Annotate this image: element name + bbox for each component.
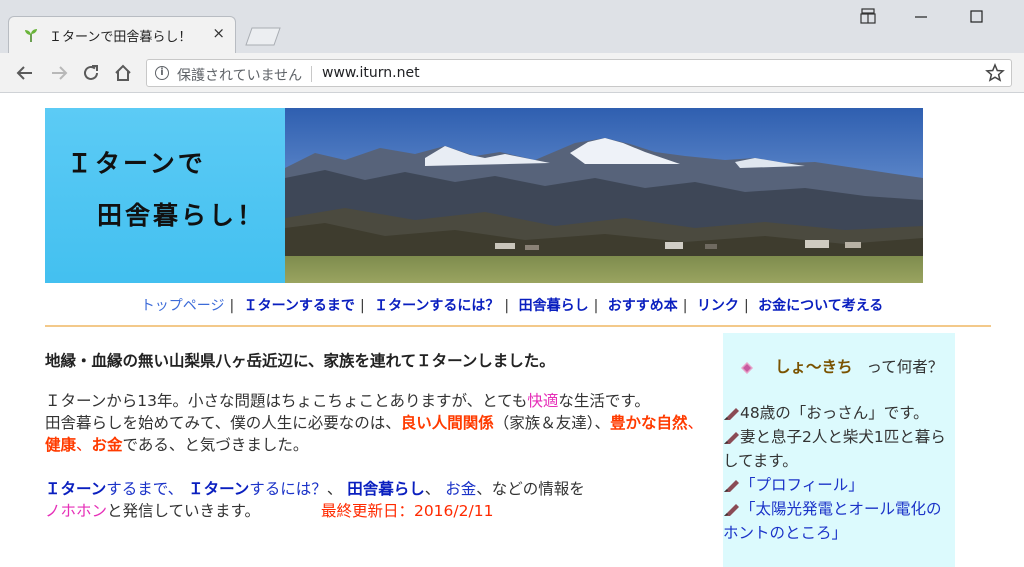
intro-text: Ｉターンから13年。小さな問題はちょこちょことありますが、とても [45,392,528,410]
money-text: お金 [91,436,123,454]
back-arrow-icon[interactable] [12,61,38,85]
star-icon[interactable] [985,62,1005,84]
pen-icon [724,479,739,492]
forward-arrow-icon[interactable] [46,61,72,85]
intro-text: な生活です。 [558,392,650,410]
life-text: である、と気づきました。 [122,436,309,454]
page-headline: 地縁・血縁の無い山梨県八ヶ岳近辺に、家族を連れてＩターンしました。 [45,352,555,370]
country-life-link[interactable]: 田舎暮らし [347,480,425,498]
nav-separator: | [593,298,599,314]
author-name-suffix: って何者？ [866,358,944,376]
site-banner: Ｉターンで 田舎暮らし！ [45,108,923,283]
list-item: 48歳の「おっさん」です。 [723,401,955,425]
security-status[interactable]: 保護されていません [177,65,302,85]
close-icon[interactable]: × [212,24,225,42]
tab-title: Ｉターンで田舎暮らし！ [49,30,192,45]
site-navigation: トップページ | Ｉターンするまで | Ｉターンするには？ | 田舎暮らし | おすすめ… [0,295,1024,315]
info-text: 、 [326,480,343,498]
nohohon-text: ノホホン [45,502,108,520]
banner-title-line2: 田舎暮らし！ [97,201,266,230]
list-item: 「プロフィール」 [723,473,955,497]
address-bar[interactable]: i 保護されていません www.iturn.net [146,59,1012,87]
profile-sidebar: しょ～きち って何者？ 48歳の「おっさん」です。 妻と息子2人と柴犬1匹と暮らし… [723,333,955,567]
nav-recommended-books[interactable]: おすすめ本 [608,298,678,314]
money-link[interactable]: お金 [445,480,476,498]
nav-money[interactable]: お金について考える [758,298,883,314]
pen-icon [724,503,739,516]
nav-separator: | [682,298,688,314]
nav-separator: | [504,298,510,314]
author-name: しょ～きち [775,358,853,376]
pen-icon [724,407,739,420]
banner-title-line1: Ｉターンで [67,149,206,178]
life-text: （家族＆友達）、 [493,414,611,432]
nav-separator: | [743,298,749,314]
age-text: 48歳の「おっさん」です。 [740,404,929,422]
reload-icon[interactable] [78,61,104,85]
profile-link[interactable]: 「プロフィール」 [740,476,864,494]
how-to-iturn-link[interactable]: Ｉターン [188,480,249,498]
iturn-link[interactable]: するまで、 [106,480,183,498]
info-text: 、 [424,480,441,498]
mountain-landscape-image [285,108,923,283]
intro-paragraph: Ｉターンから13年。小さな問題はちょこちょことありますが、とても快適な生活です。 [45,390,713,412]
sidebar-list: 48歳の「おっさん」です。 妻と息子2人と柴犬1匹と暮らしてます。 「プロフィー… [723,401,955,545]
sprout-favicon-icon [25,29,37,42]
iturn-link[interactable]: Ｉターン [45,480,106,498]
comfortable-link[interactable]: 快適 [527,392,558,410]
last-updated: 最終更新日：2016/2/11 [320,502,494,520]
life-paragraph: 田舎暮らしを始めてみて、僕の人生に必要なのは、良い人間関係（家族＆友達）、豊かな… [45,412,713,456]
profile-icon[interactable] [853,4,883,28]
good-relationships-text: 良い人間関係 [400,414,494,432]
nav-separator: | [229,298,235,314]
browser-toolbar: i 保護されていません www.iturn.net [0,53,1024,93]
info-text: 、などの情報を [476,480,585,498]
rich-nature-text: 豊かな自然 [610,414,688,432]
sidebar-title: しょ～きち って何者？ [723,333,955,379]
nav-before-iturn[interactable]: Ｉターンするまで [244,298,355,314]
nav-links[interactable]: リンク [697,298,739,314]
family-text: 妻と息子2人と柴犬1匹と暮らしてます。 [723,428,946,470]
life-text: 田舎暮らしを始めてみて、僕の人生に必要なのは、 [45,414,401,432]
nav-how-to-iturn[interactable]: Ｉターンするには？ [374,298,499,314]
health-text: 健康 [45,436,77,454]
list-item: 「太陽光発電とオール電化のホントのところ」 [723,497,955,545]
solar-power-link[interactable]: 「太陽光発電とオール電化のホントのところ」 [723,500,942,542]
url-text[interactable]: www.iturn.net [322,65,420,81]
pen-icon [724,431,739,444]
minimize-icon[interactable] [906,4,936,28]
banner-title-panel: Ｉターンで 田舎暮らし！ [45,108,293,283]
home-icon[interactable] [110,61,136,85]
nav-divider [45,325,991,327]
browser-titlebar: Ｉターンで田舎暮らし！ × [0,0,1024,53]
list-item: 妻と息子2人と柴犬1匹と暮らしてます。 [723,425,955,473]
browser-tab[interactable]: Ｉターンで田舎暮らし！ × [8,16,236,53]
omnibox-divider [311,66,312,82]
how-to-iturn-link[interactable]: するには？ [249,480,327,498]
nav-country-life[interactable]: 田舎暮らし [519,298,589,314]
maximize-icon[interactable] [961,4,991,28]
nav-separator: | [359,298,365,314]
nav-top-page[interactable]: トップページ [141,298,225,314]
info-paragraph: Ｉターンするまで、 Ｉターンするには？、 田舎暮らし、 お金、などの情報を ノホ… [45,478,713,522]
new-tab-button[interactable] [244,26,282,46]
gem-icon [741,361,753,374]
info-text: と発信していきます。 [107,502,261,520]
life-text: 、 [687,414,704,432]
main-content: 地縁・血縁の無い山梨県八ヶ岳近辺に、家族を連れてＩターンしました。 Ｉターンから… [45,350,713,522]
life-text: 、 [76,436,92,454]
info-icon[interactable]: i [155,66,169,80]
